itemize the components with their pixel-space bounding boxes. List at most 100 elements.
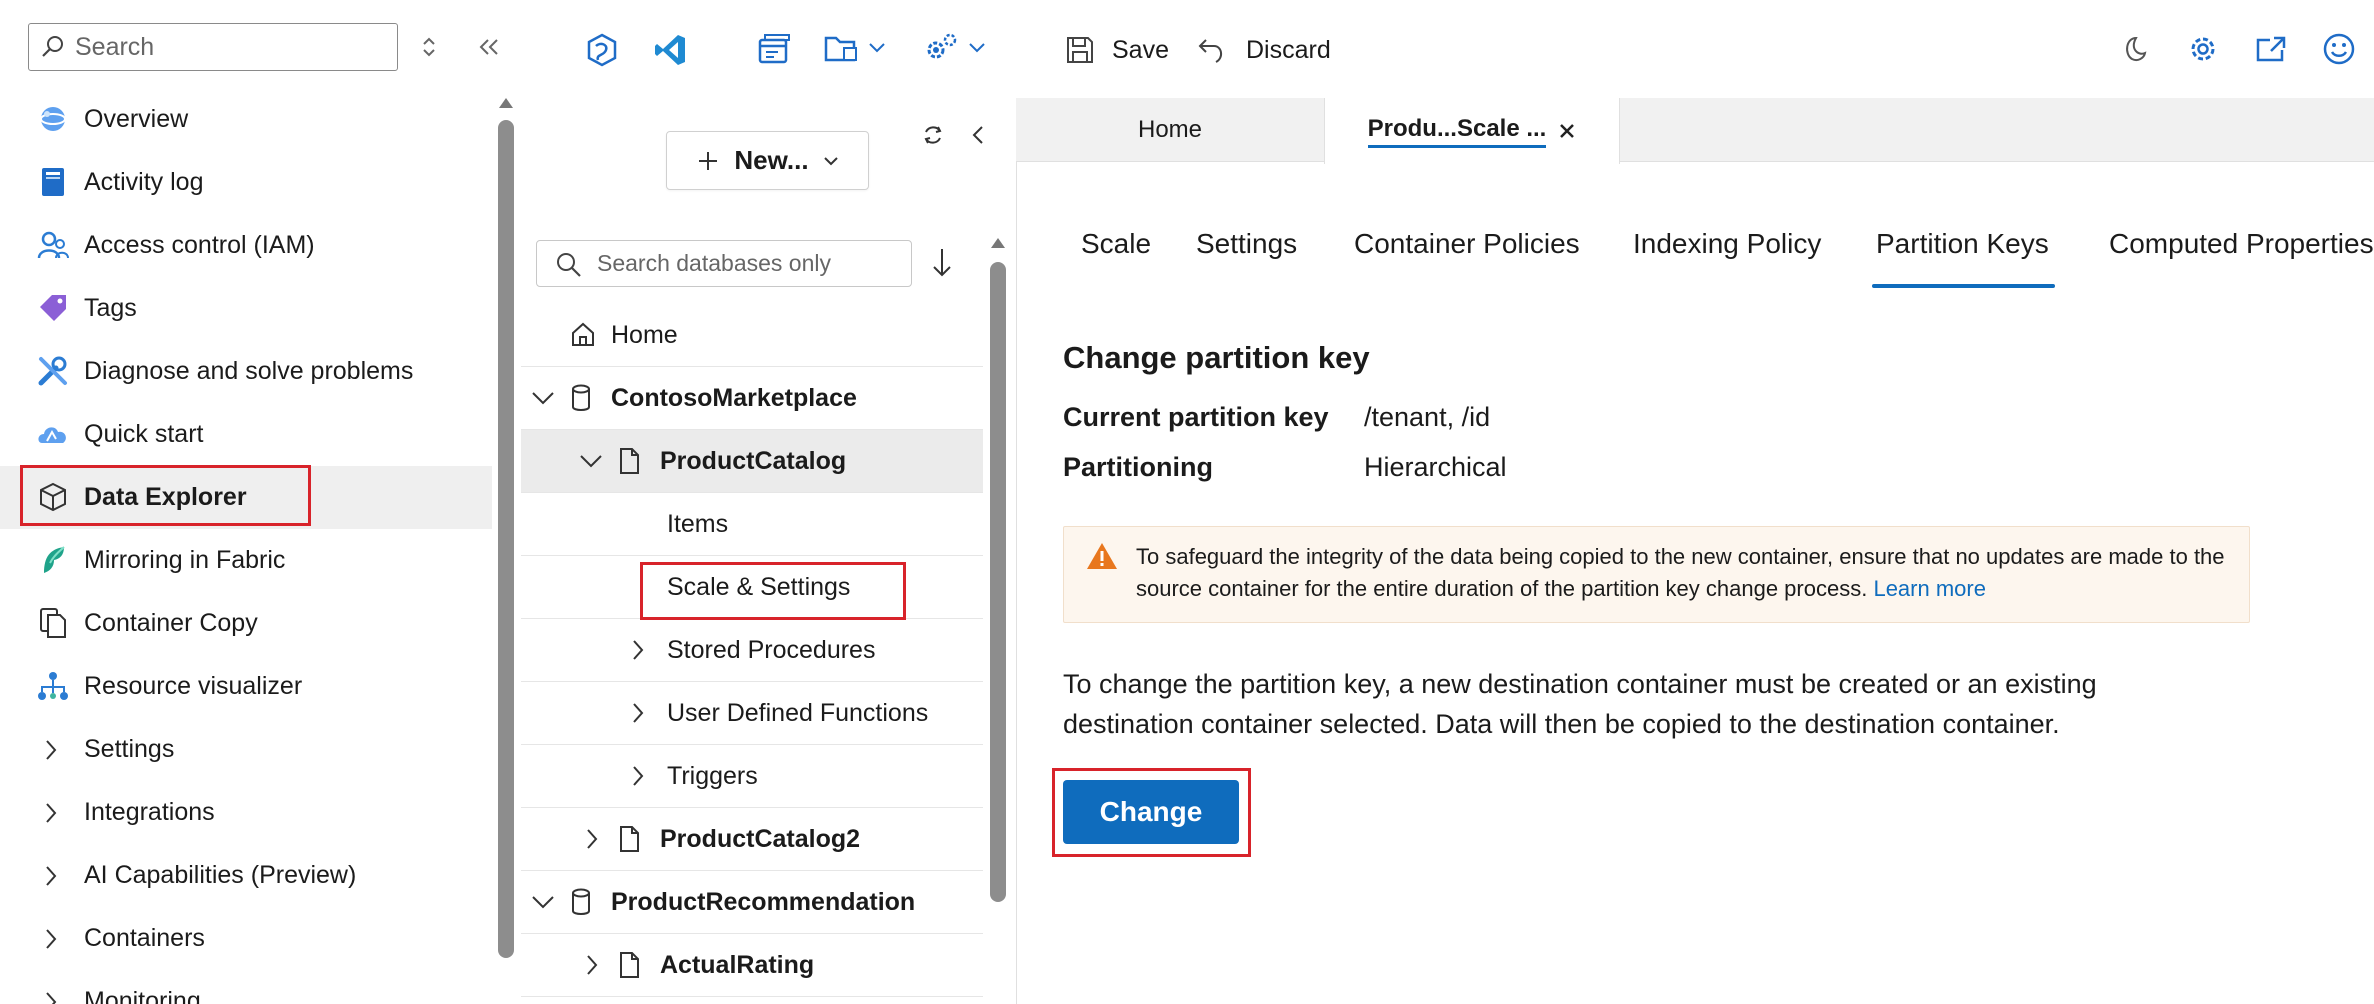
sidebar-item-overview[interactable]: Overview [0,88,492,151]
feedback-smiley-icon[interactable] [2322,32,2356,66]
chevron-right-icon [46,866,57,886]
tab-indexing-policy[interactable]: Indexing Policy [1633,228,1821,260]
gear-icon[interactable] [2186,32,2220,66]
new-container-button[interactable]: New... [666,131,869,190]
tab-partition-keys[interactable]: Partition Keys [1876,228,2049,260]
undo-icon [1198,39,1222,63]
tree-item-label: Stored Procedures [667,636,876,664]
cloud-icon [38,427,66,443]
sidebar-item-access-control[interactable]: Access control (IAM) [0,214,492,277]
sidebar-item-container-copy[interactable]: Container Copy [0,592,492,655]
save-button[interactable]: Save [1064,28,1169,72]
tree-item-database[interactable]: ProductRecommendation [521,871,983,934]
tree-item-stored-procedures[interactable]: Stored Procedures [521,619,983,682]
sidebar-item-monitoring[interactable]: Monitoring [0,970,492,1004]
tab-home[interactable]: Home [1016,98,1324,162]
collapse-menu-icon[interactable] [478,37,500,57]
sidebar-item-label: Quick start [84,420,204,448]
tree-item-label: ActualRating [660,951,815,979]
tree-item-label: ContosoMarketplace [611,384,857,412]
sidebar-item-activity-log[interactable]: Activity log [0,151,492,214]
tab-container-policies[interactable]: Container Policies [1354,228,1580,260]
search-icon [557,252,581,277]
tree-scrollbar[interactable] [990,262,1006,902]
chevron-right-icon [587,829,598,849]
sidebar-item-label: Tags [84,294,137,322]
tree-item-triggers[interactable]: Triggers [521,745,983,808]
sidebar-item-tags[interactable]: Tags [0,277,492,340]
sidebar-item-mirroring[interactable]: Mirroring in Fabric [0,529,492,592]
tree-item-home[interactable]: Home [521,304,983,367]
new-button-label: New... [734,145,809,175]
sidebar-item-label: Diagnose and solve problems [84,357,414,385]
save-icon [1067,37,1093,63]
chevron-down-icon [532,896,554,909]
new-item-menu[interactable] [822,30,886,66]
tree-item-container[interactable]: ProductCatalog [521,430,983,493]
tree-item-label: Items [667,510,729,538]
tree-item-label: ProductCatalog [660,447,847,475]
copy-icon [40,608,66,638]
open-full-screen-icon[interactable] [2254,34,2288,64]
sidebar-item-settings[interactable]: Settings [0,718,492,781]
tree-item-container[interactable]: ProductCatalog2 [521,808,983,871]
change-description: To change the partition key, a new desti… [1063,669,2097,739]
learn-more-link[interactable]: Learn more [1873,576,1986,601]
resource-menu-search[interactable]: Search [28,23,398,71]
tab-settings[interactable]: Settings [1196,228,1297,260]
settings-menu[interactable] [922,30,986,66]
sidebar-scrollbar[interactable] [498,120,514,958]
database-icon [572,384,590,411]
wrench-icon [38,356,67,386]
document-icon [620,952,639,978]
tab-scale-settings[interactable]: Produ...Scale ... [1324,98,1620,164]
folder-icon [824,36,857,62]
sort-toggle-icon[interactable] [420,36,438,58]
database-search-input[interactable]: Search databases only [536,240,912,287]
sidebar-item-integrations[interactable]: Integrations [0,781,492,844]
tab-computed-properties[interactable]: Computed Properties [2109,228,2374,260]
home-icon [572,322,594,346]
sidebar-item-containers[interactable]: Containers [0,907,492,970]
tree-item-label: User Defined Functions [667,699,929,727]
tab-label: Produ...Scale ... [1367,115,1547,148]
sidebar-item-ai-capabilities[interactable]: AI Capabilities (Preview) [0,844,492,907]
scroll-up-arrow-icon[interactable] [497,96,515,110]
sidebar-item-label: Integrations [84,798,215,826]
warning-text: To safeguard the integrity of the data b… [1136,544,2225,601]
sidebar-item-quick-start[interactable]: Quick start [0,403,492,466]
chevron-right-icon [46,929,57,949]
tree-item-user-defined-functions[interactable]: User Defined Functions [521,682,983,745]
new-query-icon[interactable] [756,32,792,68]
vscode-icon[interactable] [652,32,688,68]
sidebar-item-label: Activity log [84,168,204,196]
chevron-right-icon [46,803,57,823]
tree-item-label: Home [611,321,678,349]
sidebar-item-diagnose[interactable]: Diagnose and solve problems [0,340,492,403]
database-search-placeholder: Search databases only [597,250,831,276]
plus-icon [699,151,718,170]
tree-item-container[interactable]: ActualRating [521,934,983,997]
section-heading: Change partition key [1063,340,1370,375]
activity-log-icon [42,168,64,196]
tree-item-database[interactable]: ContosoMarketplace [521,367,983,430]
collapse-tree-icon[interactable] [970,124,986,146]
tab-scale[interactable]: Scale [1081,228,1151,260]
warning-message-bar: To safeguard the integrity of the data b… [1063,526,2250,623]
discard-button[interactable]: Discard [1196,28,1331,72]
tree-scroll-up-arrow-icon[interactable] [989,236,1007,250]
cosmos-db-icon[interactable] [584,32,620,68]
refresh-icon[interactable] [920,122,946,148]
sidebar-item-label: Resource visualizer [84,672,303,700]
sidebar-item-label: Monitoring [84,987,201,1004]
fabric-icon [44,546,65,573]
active-tab-indicator [1872,284,2055,288]
tree-item-items[interactable]: Items [521,493,983,556]
sort-down-icon[interactable] [930,246,954,280]
sidebar-item-resource-visualizer[interactable]: Resource visualizer [0,655,492,718]
warning-icon [1087,543,1117,569]
partitioning-value: Hierarchical [1364,452,1507,482]
chevron-right-icon [633,703,644,723]
dark-mode-icon[interactable] [2118,34,2148,64]
close-icon[interactable] [1558,122,1576,140]
